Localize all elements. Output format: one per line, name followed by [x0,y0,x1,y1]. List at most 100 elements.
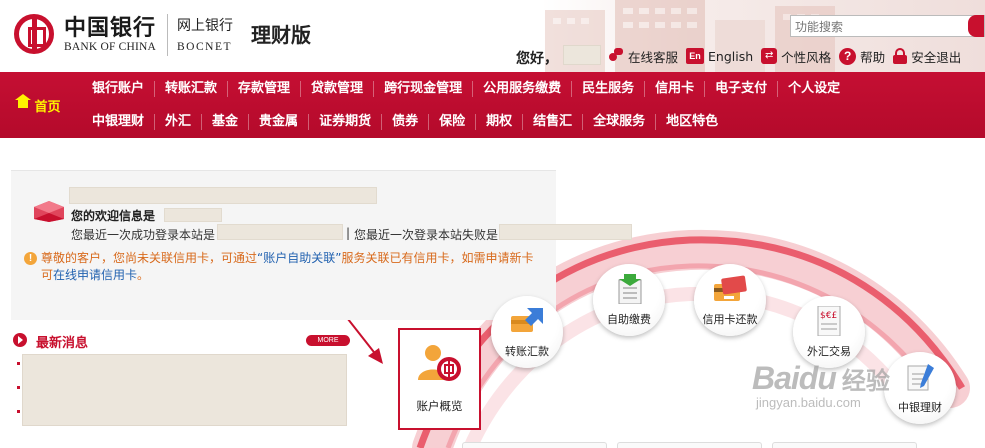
wealth-management-label: 中银理财 [898,401,942,414]
search-box [790,15,985,37]
nav-item-options[interactable]: 期权 [475,113,522,130]
nav-item-bond[interactable]: 债券 [381,113,428,130]
nav-item-deposit[interactable]: 存款管理 [227,80,300,97]
news-header: 最新消息 MORE [11,328,351,352]
greeting-label: 您好， [516,51,558,67]
logout-link[interactable]: 安全退出 [893,47,961,66]
nav-row-1: 银行账户 转账汇款 存款管理 贷款管理 跨行现金管理 公用服务缴费 民生服务 信… [82,72,850,105]
pointer-arrow-head [368,348,383,364]
bank-name-cn: 中国银行 [64,15,157,41]
news-more-button[interactable]: MORE [306,335,350,346]
account-overview-icon [418,345,461,381]
nav-home-label: 首页 [34,99,61,115]
credit-card-repay-icon [714,275,747,301]
bill-payment-shortcut[interactable]: 自助缴费 [593,264,665,336]
home-icon [15,94,32,111]
last-fail-label: 您最近一次登录本站失败是 [354,228,499,242]
mail-icon [34,201,64,222]
watermark-url: jingyan.baidu.com [756,395,861,410]
bank-name-en: BANK OF CHINA [64,41,157,53]
nav-item-fx-settlement[interactable]: 结售汇 [522,113,582,130]
header: 中国银行 BANK OF CHINA 网上银行 BOCNET 理财版 您好， 在… [0,0,985,72]
bottom-tab[interactable] [462,442,607,448]
bottom-tab[interactable] [772,442,917,448]
nav-item-e-payment[interactable]: 电子支付 [704,80,777,97]
news-bullet [17,410,20,413]
bill-payment-icon [618,274,642,304]
bill-payment-label: 自助缴费 [607,313,651,326]
nav-item-settings[interactable]: 个人设定 [777,80,850,97]
nav-item-insurance[interactable]: 保险 [428,113,475,130]
search-button[interactable] [968,15,984,37]
news-bullet [17,386,20,389]
nav-item-wealth[interactable]: 中银理财 [82,114,154,130]
wealth-management-shortcut[interactable]: 中银理财 [884,352,956,424]
personal-style-link[interactable]: ⇄ 个性风格 [761,47,831,66]
nav-item-cash-management[interactable]: 跨行现金管理 [373,80,472,97]
english-icon: En [686,48,705,64]
nav-item-utility-payment[interactable]: 公用服务缴费 [472,80,571,97]
credit-card-repay-label: 信用卡还款 [702,313,758,326]
style-icon: ⇄ [761,48,778,64]
news-bullet [17,362,20,365]
nav-item-securities[interactable]: 证券期货 [308,113,381,130]
help-label: 帮助 [860,49,886,65]
notice-icon: ! [24,252,37,265]
forex-label: 外汇交易 [807,345,851,358]
username-placeholder [563,45,601,65]
news-list-placeholder [22,354,347,426]
personal-style-label: 个性风格 [781,49,832,65]
lock-icon [893,48,908,64]
online-service-link[interactable]: 在线客服 [608,47,678,66]
nav-item-credit-card[interactable]: 信用卡 [644,80,704,97]
nav-item-transfer[interactable]: 转账汇款 [154,80,227,97]
nav-item-forex[interactable]: 外汇 [154,113,201,130]
nav-item-loan[interactable]: 贷款管理 [300,80,373,97]
search-input[interactable] [791,17,961,37]
help-link[interactable]: ? 帮助 [839,47,885,66]
account-overview-label: 账户概览 [416,399,463,413]
last-fail-placeholder [499,224,632,240]
svg-text:$€£: $€£ [820,311,837,321]
nav-item-livelihood[interactable]: 民生服务 [571,80,644,97]
watermark-cn: 经验 [841,367,890,395]
forex-icon: $€£ [817,306,841,336]
main-content: 您的欢迎信息是 您最近一次成功登录本站是 | 您最近一次登录本站失败是 ! 尊敬… [0,138,985,448]
welcome-label: 您的欢迎信息是 [71,209,156,223]
wealth-management-icon [907,364,934,391]
last-success-label: 您最近一次成功登录本站是 [71,228,216,242]
nav-item-regional[interactable]: 地区特色 [655,113,728,130]
play-icon [13,333,27,347]
nav-item-fund[interactable]: 基金 [201,113,248,130]
credit-card-repay-shortcut[interactable]: 信用卡还款 [694,264,766,336]
channel-name-en: BOCNET [177,41,232,53]
credit-card-notice: 尊敬的客户，您尚未关联信用卡，可通过“账户自助关联”服务关联已有信用卡，如需申请… [41,250,541,284]
welcome-info-placeholder [164,208,222,222]
account-overview-shortcut[interactable]: 账户概览 [398,328,481,430]
notice-text-a: 尊敬的客户，您尚未关联信用卡，可通过 [41,251,258,265]
apply-credit-card-link[interactable]: 在线申请信用卡 [53,268,137,282]
baidu-watermark: Baidu 经验 jingyan.baidu.com [752,360,890,410]
logo-divider [167,14,168,56]
login-separator: | [346,226,351,240]
news-title: 最新消息 [36,336,89,351]
online-service-label: 在线客服 [628,49,679,65]
welcome-panel: 您的欢迎信息是 您最近一次成功登录本站是 | 您最近一次登录本站失败是 ! 尊敬… [11,170,632,320]
english-link[interactable]: En English [686,48,753,64]
bottom-tab[interactable] [617,442,762,448]
english-label: English [708,48,754,64]
forex-shortcut[interactable]: $€£ 外汇交易 [793,296,865,368]
welcome-message-placeholder [69,187,377,204]
customer-service-icon [608,48,624,64]
nav-item-global[interactable]: 全球服务 [582,113,655,130]
logout-label: 安全退出 [911,49,962,65]
bank-logo-icon[interactable] [14,14,54,54]
account-link-link[interactable]: “账户自助关联” [257,251,341,265]
nav-row-2: 中银理财 外汇 基金 贵金属 证券期货 债券 保险 期权 结售汇 全球服务 地区… [82,105,728,138]
edition-title: 理财版 [251,23,311,47]
nav-item-bank-account[interactable]: 银行账户 [82,81,154,97]
nav-item-precious-metal[interactable]: 贵金属 [248,113,308,130]
watermark-main: Baidu [752,360,837,396]
transfer-shortcut[interactable]: 转账汇款 [491,296,563,368]
nav-home[interactable]: 首页 [0,72,77,138]
